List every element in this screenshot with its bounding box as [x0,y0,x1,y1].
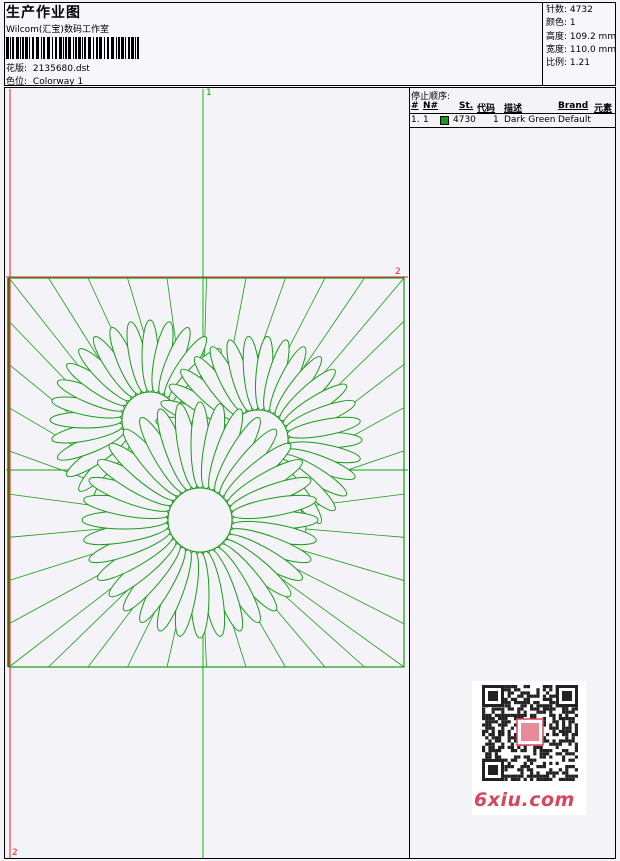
axis-label-v: 1 [206,88,212,98]
axis-label-bottom: 2 [12,848,18,858]
axis-label-h: 2 [395,267,401,277]
qr-code-icon [482,685,578,781]
watermark-text: 6xiu.com [474,789,575,811]
embroidery-design [7,277,405,668]
